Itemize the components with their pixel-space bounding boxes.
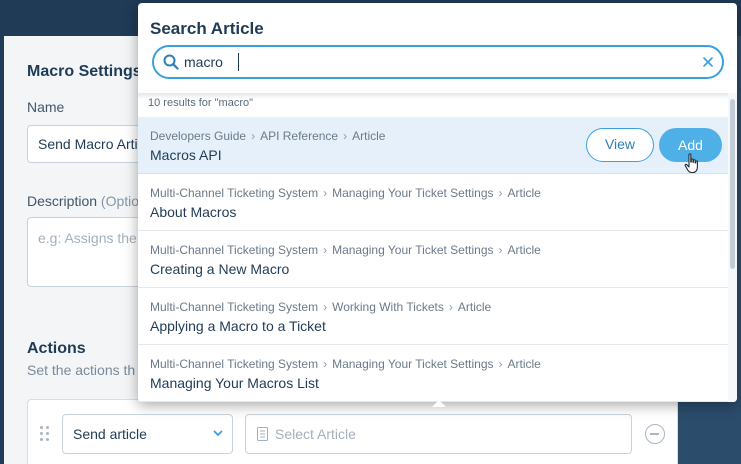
popover-pointer [432, 400, 446, 407]
macro-settings-title: Macro Settings [27, 63, 142, 80]
action-type-value: Send article [73, 426, 147, 442]
clear-icon[interactable] [702, 56, 714, 68]
chevron-down-icon [213, 430, 223, 437]
actions-subtitle: Set the actions th [27, 362, 136, 378]
breadcrumb-part: Multi-Channel Ticketing System [150, 300, 319, 314]
result-title: Macros API [150, 147, 222, 163]
search-box[interactable] [152, 45, 724, 79]
result-item[interactable]: Developers Guide › API Reference › Article M… [138, 117, 728, 174]
breadcrumb-part: Article [507, 243, 541, 257]
popover-title: Search Article [150, 19, 264, 38]
description-label-text: Description [27, 193, 98, 209]
actions-title: Actions [27, 340, 86, 357]
search-icon [163, 54, 179, 70]
text-caret [238, 53, 239, 71]
action-row: Send article Select Article [27, 399, 678, 464]
result-breadcrumb: Multi-Channel Ticketing System › Managing … [150, 186, 541, 200]
breadcrumb-part: Article [457, 300, 492, 314]
description-label: Description (Optio [27, 193, 139, 209]
result-item[interactable]: Multi-Channel Ticketing System › Managing … [138, 231, 728, 288]
search-input[interactable] [184, 52, 694, 72]
results-list: Developers Guide › API Reference › Article M… [138, 117, 728, 402]
breadcrumb-part: Article [352, 129, 386, 143]
breadcrumb-part: Multi-Channel Ticketing System [150, 243, 319, 257]
view-button[interactable]: View [586, 128, 654, 162]
breadcrumb-part: Developers Guide [150, 129, 247, 143]
drag-handle-icon[interactable] [40, 426, 50, 442]
description-optional-text: (Optio [100, 193, 140, 209]
result-item[interactable]: Multi-Channel Ticketing System › Managing … [138, 345, 728, 402]
breadcrumb-part: Managing Your Ticket Settings [332, 243, 494, 257]
result-title: Applying a Macro to a Ticket [150, 318, 326, 334]
breadcrumb-part: Multi-Channel Ticketing System [150, 186, 319, 200]
result-breadcrumb: Developers Guide › API Reference › Article [150, 129, 386, 143]
name-label: Name [27, 99, 65, 115]
breadcrumb-part: Managing Your Ticket Settings [332, 357, 494, 371]
breadcrumb-part: Article [507, 186, 541, 200]
remove-icon[interactable] [645, 424, 665, 444]
result-item[interactable]: Multi-Channel Ticketing System › Working W… [138, 288, 728, 345]
result-breadcrumb: Multi-Channel Ticketing System › Working W… [150, 300, 492, 314]
select-article-input[interactable]: Select Article [245, 414, 632, 454]
result-title: Creating a New Macro [150, 261, 290, 277]
action-type-select[interactable]: Send article [62, 414, 233, 454]
result-title: About Macros [150, 204, 237, 220]
result-breadcrumb: Multi-Channel Ticketing System › Managing … [150, 243, 541, 257]
result-breadcrumb: Multi-Channel Ticketing System › Managing … [150, 357, 541, 371]
breadcrumb-part: Managing Your Ticket Settings [332, 186, 494, 200]
search-article-popover: Search Article 10 results for "macro" De… [138, 3, 737, 402]
results-scrollbar-thumb[interactable] [730, 99, 735, 269]
result-item[interactable]: Multi-Channel Ticketing System › Managing … [138, 174, 728, 231]
breadcrumb-part: API Reference [260, 129, 339, 143]
breadcrumb-part: Multi-Channel Ticketing System [150, 357, 319, 371]
results-count: 10 results for "macro" [148, 97, 254, 109]
result-title: Managing Your Macros List [150, 375, 319, 391]
select-article-placeholder: Select Article [275, 426, 356, 442]
hand-cursor-icon [684, 153, 698, 174]
breadcrumb-part: Article [507, 357, 541, 371]
document-icon [257, 427, 268, 441]
breadcrumb-part: Working With Tickets [332, 300, 444, 314]
